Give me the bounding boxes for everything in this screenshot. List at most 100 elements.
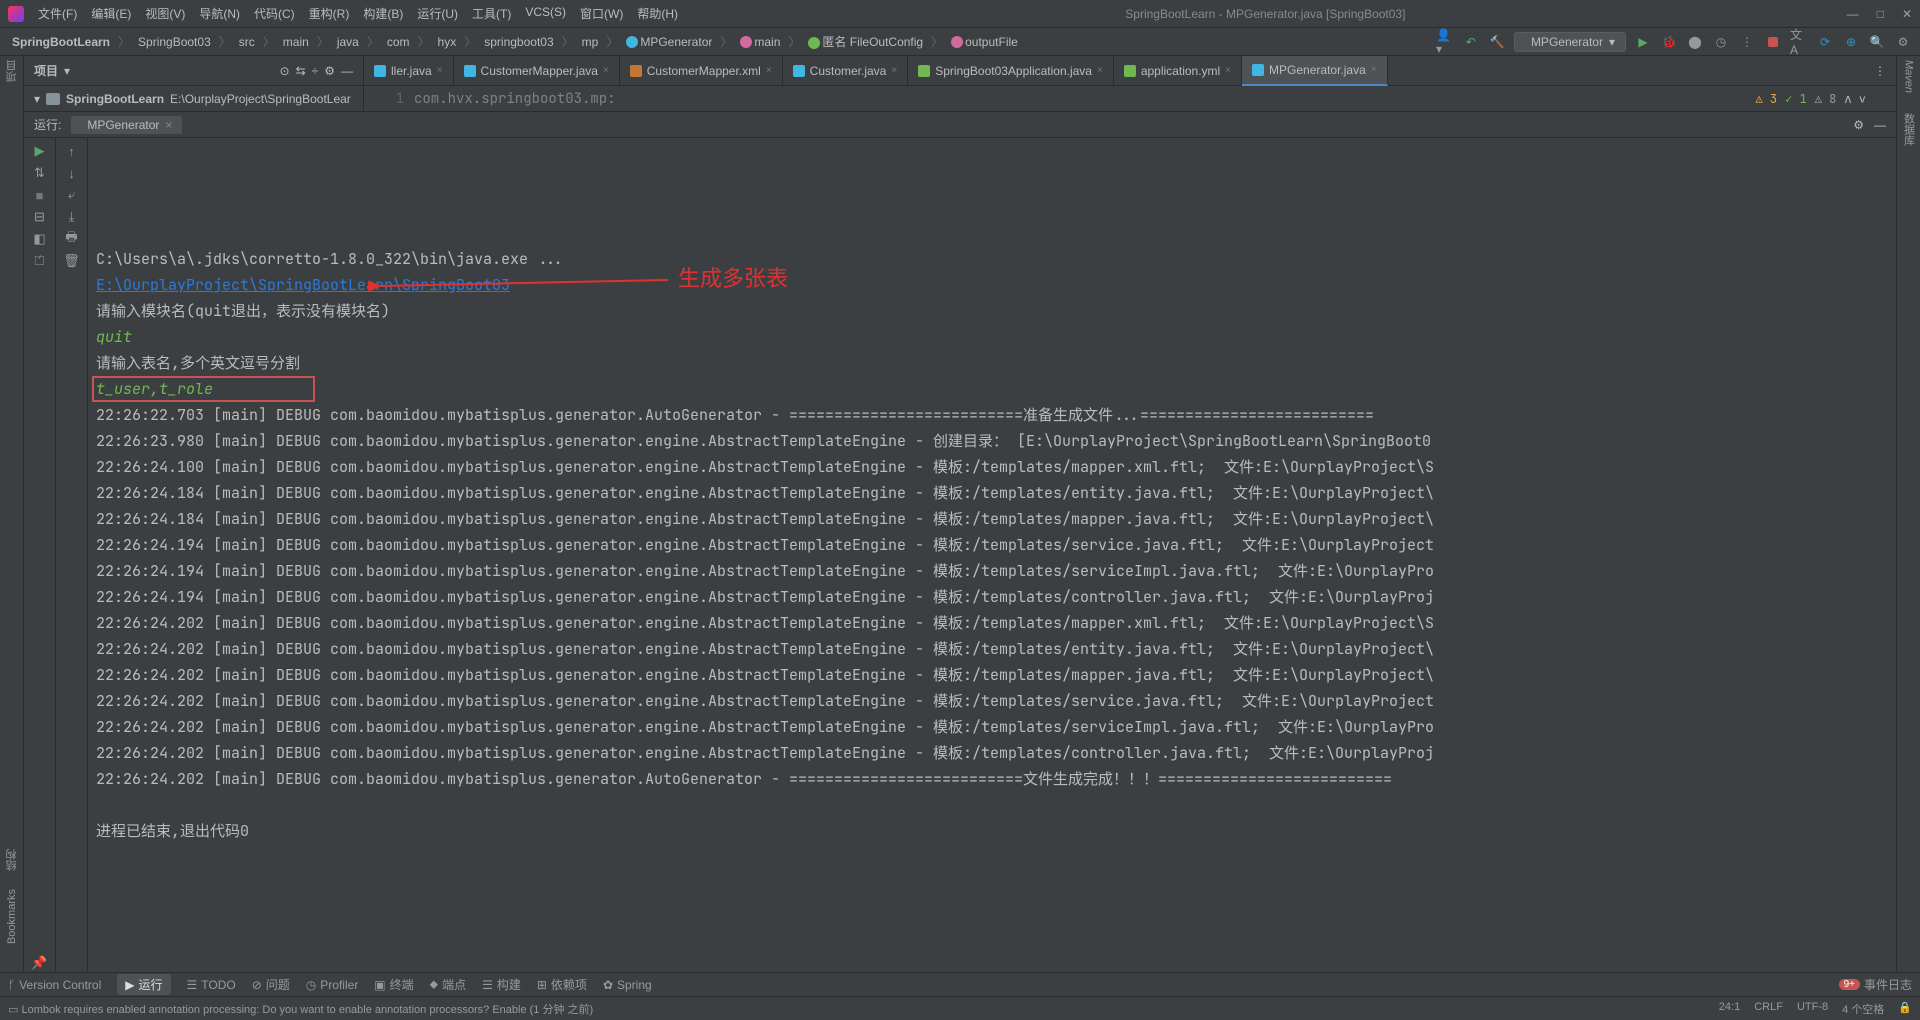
stop-icon[interactable]: ■ bbox=[31, 186, 49, 204]
close-tab-icon[interactable]: × bbox=[766, 65, 772, 76]
close-tab-icon[interactable]: × bbox=[1371, 64, 1377, 75]
locate-icon[interactable]: ⊙ bbox=[280, 64, 290, 78]
layout-icon[interactable]: ⊟ bbox=[31, 208, 49, 226]
back-icon[interactable]: ↶ bbox=[1462, 33, 1480, 51]
bottom-tab[interactable]: ▣终端 bbox=[374, 976, 413, 993]
bottom-tab[interactable]: ▶运行 bbox=[117, 974, 170, 995]
bottom-tab[interactable]: ᚶVersion Control bbox=[8, 978, 101, 992]
file-encoding[interactable]: UTF-8 bbox=[1797, 1001, 1828, 1017]
breadcrumb-item[interactable]: java bbox=[333, 33, 363, 51]
stop-icon[interactable] bbox=[1764, 33, 1782, 51]
translate-icon[interactable]: 文A bbox=[1790, 33, 1808, 51]
rail-database[interactable]: 数据库 bbox=[1901, 113, 1917, 146]
run-icon[interactable]: ▶ bbox=[1634, 33, 1652, 51]
print-icon[interactable]: 🖶 bbox=[63, 230, 81, 248]
editor-tab[interactable]: MPGenerator.java× bbox=[1242, 56, 1388, 86]
bottom-tab[interactable]: ✿Spring bbox=[603, 978, 652, 992]
line-separator[interactable]: CRLF bbox=[1754, 1001, 1783, 1017]
scroll-icon[interactable]: ⤓ bbox=[63, 208, 81, 226]
menu-item[interactable]: 构建(B) bbox=[357, 3, 409, 24]
editor-tab[interactable]: SpringBoot03Application.java× bbox=[908, 56, 1114, 86]
close-icon[interactable]: ✕ bbox=[1902, 7, 1912, 21]
close-tab-icon[interactable]: × bbox=[891, 65, 897, 76]
hide-icon[interactable]: — bbox=[1874, 118, 1886, 132]
close-tab-icon[interactable]: × bbox=[1225, 65, 1231, 76]
clear-icon[interactable]: 🗑 bbox=[63, 252, 81, 270]
status-message[interactable]: ▭ Lombok requires enabled annotation pro… bbox=[8, 1001, 593, 1017]
breadcrumb-item[interactable]: src bbox=[235, 33, 259, 51]
gear-icon[interactable]: ⚙ bbox=[1853, 118, 1864, 132]
menu-item[interactable]: 帮助(H) bbox=[631, 3, 684, 24]
breadcrumb-item[interactable]: SpringBootLearn bbox=[8, 33, 114, 51]
attach-icon[interactable]: ⇅ bbox=[31, 164, 49, 182]
breadcrumb-item[interactable]: 匿名 FileOutConfig bbox=[804, 31, 927, 52]
editor-tab[interactable]: ller.java× bbox=[364, 56, 454, 86]
more-run-icon[interactable]: ⋮ bbox=[1738, 33, 1756, 51]
menu-item[interactable]: VCS(S) bbox=[519, 3, 572, 24]
build-hammer-icon[interactable]: 🔨 bbox=[1488, 33, 1506, 51]
menu-item[interactable]: 代码(C) bbox=[248, 3, 301, 24]
bottom-tab[interactable]: ☰构建 bbox=[482, 976, 521, 993]
close-tab-icon[interactable]: × bbox=[165, 118, 172, 132]
project-panel-header[interactable]: 项目 ▾ ⊙ ⇆ ÷ ⚙ — bbox=[24, 56, 364, 85]
close-tab-icon[interactable]: × bbox=[603, 65, 609, 76]
indent-info[interactable]: 4 个空格 bbox=[1842, 1001, 1884, 1017]
minimize-icon[interactable]: — bbox=[1847, 7, 1859, 21]
menu-item[interactable]: 工具(T) bbox=[466, 3, 517, 24]
wrap-icon[interactable]: ⤶ bbox=[63, 186, 81, 204]
gear-icon[interactable]: ⚙ bbox=[1894, 33, 1912, 51]
editor-first-line[interactable]: 1 com.hvx.springboot03.mp: ⚠ 3 ✓ 1 ⚠ 8 ʌ… bbox=[364, 90, 1896, 108]
maximize-icon[interactable]: □ bbox=[1877, 7, 1884, 21]
breadcrumb-item[interactable]: mp bbox=[578, 33, 603, 51]
rail-project[interactable]: 项目 bbox=[4, 60, 20, 82]
menu-item[interactable]: 导航(N) bbox=[193, 3, 246, 24]
collapse-icon[interactable]: ÷ bbox=[312, 64, 319, 78]
menu-item[interactable]: 窗口(W) bbox=[574, 3, 629, 24]
breadcrumb-item[interactable]: hyx bbox=[434, 33, 461, 51]
readonly-lock-icon[interactable]: 🔒 bbox=[1898, 1001, 1912, 1017]
pin-icon[interactable]: 📌 bbox=[31, 954, 49, 972]
rerun-icon[interactable]: ▶ bbox=[31, 142, 49, 160]
project-tree-root[interactable]: ▾ SpringBootLearn E:\OurplayProject\Spri… bbox=[24, 86, 364, 111]
editor-tab[interactable]: CustomerMapper.xml× bbox=[620, 56, 783, 86]
menu-item[interactable]: 运行(U) bbox=[411, 3, 464, 24]
caret-position[interactable]: 24:1 bbox=[1719, 1001, 1740, 1017]
editor-tab[interactable]: application.yml× bbox=[1114, 56, 1242, 86]
breadcrumb-item[interactable]: SpringBoot03 bbox=[134, 33, 215, 51]
up-icon[interactable]: ↑ bbox=[63, 142, 81, 160]
menu-item[interactable]: 文件(F) bbox=[32, 3, 83, 24]
breadcrumb-item[interactable]: MPGenerator bbox=[622, 33, 716, 51]
add-user-icon[interactable]: 👤▾ bbox=[1436, 33, 1454, 51]
close-tab-icon[interactable]: × bbox=[1097, 65, 1103, 76]
menu-item[interactable]: 重构(R) bbox=[303, 3, 356, 24]
sync-icon[interactable]: ⟳ bbox=[1816, 33, 1834, 51]
breadcrumb-item[interactable]: springboot03 bbox=[480, 33, 557, 51]
bottom-tab[interactable]: ⊞依赖项 bbox=[537, 976, 587, 993]
hide-icon[interactable]: — bbox=[341, 64, 353, 78]
event-log-tab[interactable]: 9+事件日志 bbox=[1839, 976, 1912, 993]
gear-icon[interactable]: ⚙ bbox=[324, 64, 335, 78]
down-icon[interactable]: ↓ bbox=[63, 164, 81, 182]
rail-structure[interactable]: 结构 bbox=[4, 849, 20, 871]
bottom-tab[interactable]: ◷Profiler bbox=[306, 978, 359, 992]
console-output[interactable]: 生成多张表 C:\Users\a\.jdks\corretto-1.8.0_32… bbox=[88, 138, 1896, 972]
editor-tab[interactable]: Customer.java× bbox=[783, 56, 909, 86]
breadcrumb-item[interactable]: main bbox=[736, 33, 784, 51]
bottom-tab[interactable]: ⊘问题 bbox=[252, 976, 290, 993]
search-icon[interactable]: 🔍 bbox=[1868, 33, 1886, 51]
coverage-icon[interactable]: ⬤ bbox=[1686, 33, 1704, 51]
run-config-selector[interactable]: MPGenerator ▾ bbox=[1514, 32, 1626, 52]
breadcrumb-item[interactable]: outputFile bbox=[947, 33, 1022, 51]
profile-icon[interactable]: ◷ bbox=[1712, 33, 1730, 51]
editor-tab[interactable]: CustomerMapper.java× bbox=[454, 56, 620, 86]
exit-icon[interactable]: ⏍ bbox=[31, 252, 49, 270]
breadcrumb-item[interactable]: main bbox=[279, 33, 313, 51]
run-tab[interactable]: MPGenerator × bbox=[71, 116, 182, 134]
bottom-tab[interactable]: ☰TODO bbox=[187, 978, 236, 992]
rail-maven[interactable]: Maven bbox=[1903, 60, 1915, 93]
rail-bookmarks[interactable]: Bookmarks bbox=[6, 889, 18, 944]
menu-item[interactable]: 视图(V) bbox=[139, 3, 191, 24]
cwm-icon[interactable]: ⊕ bbox=[1842, 33, 1860, 51]
close-tab-icon[interactable]: × bbox=[437, 65, 443, 76]
expand-icon[interactable]: ⇆ bbox=[296, 64, 306, 78]
